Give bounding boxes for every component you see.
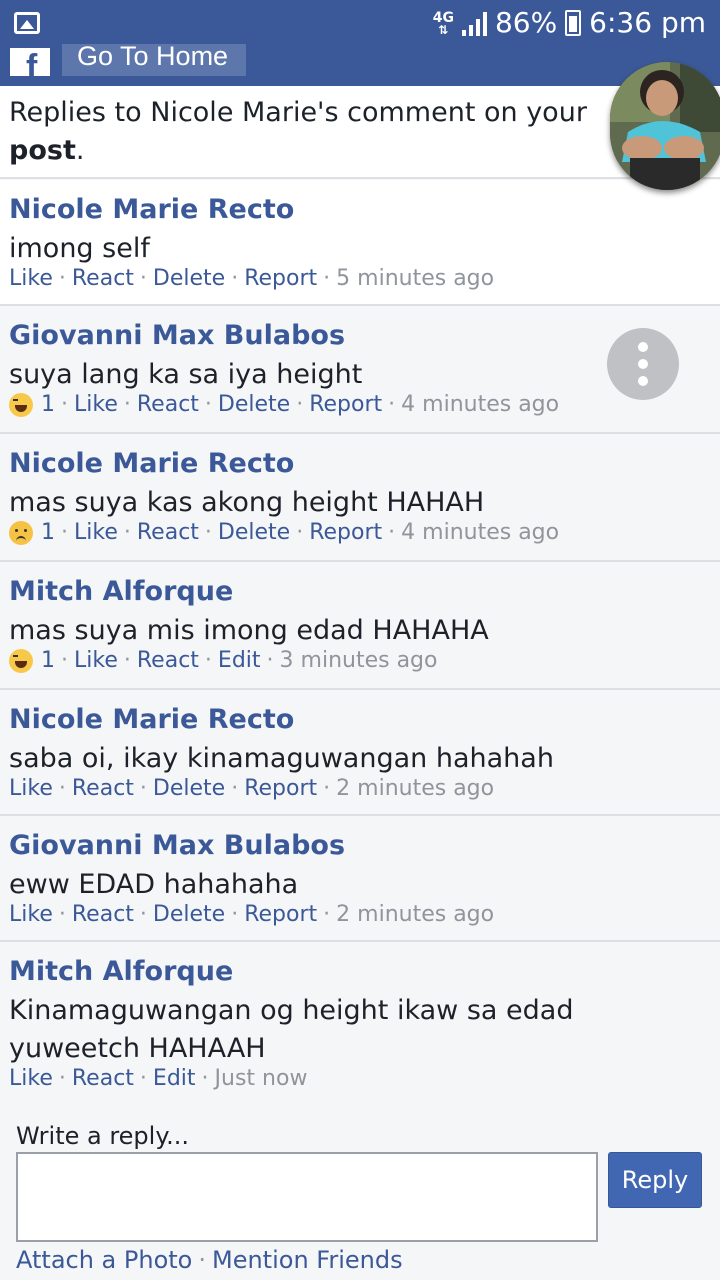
reply-button[interactable]: Reply <box>608 1152 702 1208</box>
comment-time: Just now <box>214 1066 308 1091</box>
comment-actions: Like · React · Delete · Report · 5 minutes a… <box>9 266 495 291</box>
reaction-count[interactable]: 1 <box>41 520 55 545</box>
delete-link[interactable]: Delete <box>218 520 290 545</box>
comment-actions: 1 · Like · React · Delete · Report · 4 minute… <box>9 520 559 545</box>
status-bar: 4G ⇅ 86% 6:36 pm <box>0 0 720 48</box>
sad-reaction-icon[interactable] <box>9 520 33 545</box>
comment-text: Kinamaguwangan og height ikaw sa edad yu… <box>9 992 573 1068</box>
clock: 6:36 pm <box>589 6 706 39</box>
comment-text: saba oi, ikay kinamaguwangan hahahah <box>9 743 554 774</box>
edit-link[interactable]: Edit <box>218 648 261 673</box>
comment-item: Giovanni Max Bulabos eww EDAD hahahaha L… <box>0 816 720 942</box>
comment-text: suya lang ka sa iya height <box>9 359 363 390</box>
comment-time: 2 minutes ago <box>336 902 495 927</box>
comment-author[interactable]: Mitch Alforque <box>9 576 233 607</box>
comment-time: 3 minutes ago <box>279 648 438 673</box>
comment-item: Nicole Marie Recto imong self Like · Reac… <box>0 180 720 306</box>
comment-time: 5 minutes ago <box>336 266 495 291</box>
report-link[interactable]: Report <box>244 776 317 801</box>
avatar-photo <box>610 62 720 190</box>
network-indicator: 4G ⇅ <box>433 11 454 37</box>
more-options-button[interactable] <box>607 328 679 400</box>
comment-time: 4 minutes ago <box>401 392 560 417</box>
comment-text-line: Kinamaguwangan og height ikaw sa edad <box>9 995 574 1026</box>
like-link[interactable]: Like <box>74 520 118 545</box>
reply-label: Write a reply... <box>16 1122 190 1150</box>
status-right: 4G ⇅ 86% 6:36 pm <box>433 6 706 39</box>
report-link[interactable]: Report <box>244 266 317 291</box>
battery-icon <box>565 9 582 36</box>
title-post-link[interactable]: post <box>9 135 76 166</box>
delete-link[interactable]: Delete <box>218 392 290 417</box>
comment-item: Nicole Marie Recto mas suya kas akong he… <box>0 434 720 562</box>
like-link[interactable]: Like <box>9 776 53 801</box>
comment-item: Nicole Marie Recto saba oi, ikay kinamag… <box>0 690 720 816</box>
mention-friends-link[interactable]: Mention Friends <box>212 1246 403 1274</box>
react-link[interactable]: React <box>72 776 134 801</box>
title-prefix: Replies to Nicole Marie's comment on you… <box>9 97 587 128</box>
comment-text: eww EDAD hahahaha <box>9 869 299 900</box>
react-link[interactable]: React <box>72 902 134 927</box>
comment-time: 2 minutes ago <box>336 776 495 801</box>
reply-composer: Write a reply... Reply Attach a Photo · … <box>0 1104 720 1280</box>
reply-links: Attach a Photo · Mention Friends <box>16 1246 403 1274</box>
edit-link[interactable]: Edit <box>153 1066 196 1091</box>
comment-text: mas suya kas akong height HAHAH <box>9 487 485 518</box>
top-bar: 4G ⇅ 86% 6:36 pm f Go To Home <box>0 0 720 86</box>
report-link[interactable]: Report <box>309 392 382 417</box>
data-arrows-icon: ⇅ <box>438 22 449 37</box>
reaction-count[interactable]: 1 <box>41 648 55 673</box>
facebook-logo-icon[interactable]: f <box>10 48 50 76</box>
logo-letter: f <box>26 48 38 76</box>
battery-percent: 86% <box>494 6 558 39</box>
title-text: Replies to Nicole Marie's comment on you… <box>9 94 629 170</box>
comment-actions: Like · React · Delete · Report · 2 minutes a… <box>9 776 495 801</box>
comment-actions: Like · React · Edit · Just now <box>9 1066 308 1091</box>
react-link[interactable]: React <box>137 392 199 417</box>
comment-time: 4 minutes ago <box>401 520 560 545</box>
like-link[interactable]: Like <box>9 266 53 291</box>
delete-link[interactable]: Delete <box>153 902 225 927</box>
like-link[interactable]: Like <box>9 1066 53 1091</box>
comment-text-line: yuweetch HAHAAH <box>9 1033 266 1064</box>
comment-author[interactable]: Mitch Alforque <box>9 956 233 987</box>
comment-item: Mitch Alforque mas suya mis imong edad H… <box>0 562 720 690</box>
reaction-count[interactable]: 1 <box>41 392 55 417</box>
like-link[interactable]: Like <box>9 902 53 927</box>
attach-photo-link[interactable]: Attach a Photo <box>16 1246 192 1274</box>
comment-text: mas suya mis imong edad HAHAHA <box>9 615 489 646</box>
comment-text: imong self <box>9 233 150 264</box>
chat-head-avatar[interactable] <box>610 62 720 190</box>
react-link[interactable]: React <box>137 520 199 545</box>
comment-actions: 1 · Like · React · Edit · 3 minutes ago <box>9 648 437 673</box>
like-link[interactable]: Like <box>74 392 118 417</box>
comment-item: Mitch Alforque Kinamaguwangan og height … <box>0 942 720 1106</box>
react-link[interactable]: React <box>72 1066 134 1091</box>
comment-author[interactable]: Giovanni Max Bulabos <box>9 320 345 351</box>
comment-actions: Like · React · Delete · Report · 2 minutes a… <box>9 902 495 927</box>
comment-author[interactable]: Nicole Marie Recto <box>9 448 294 479</box>
react-link[interactable]: React <box>72 266 134 291</box>
comment-actions: 1 · Like · React · Delete · Report · 4 minute… <box>9 392 559 417</box>
comment-author[interactable]: Giovanni Max Bulabos <box>9 830 345 861</box>
delete-link[interactable]: Delete <box>153 266 225 291</box>
signal-icon <box>461 10 487 36</box>
reply-input[interactable] <box>16 1152 598 1242</box>
comment-item: Giovanni Max Bulabos suya lang ka sa iya… <box>0 306 720 434</box>
title-suffix: . <box>75 135 85 166</box>
separator: · <box>198 1246 206 1274</box>
haha-reaction-icon[interactable] <box>9 648 33 673</box>
haha-reaction-icon[interactable] <box>9 392 33 417</box>
comment-author[interactable]: Nicole Marie Recto <box>9 194 294 225</box>
image-icon <box>14 12 40 34</box>
comment-author[interactable]: Nicole Marie Recto <box>9 704 294 735</box>
delete-link[interactable]: Delete <box>153 776 225 801</box>
go-to-home-button[interactable]: Go To Home <box>62 44 246 76</box>
react-link[interactable]: React <box>137 648 199 673</box>
report-link[interactable]: Report <box>244 902 317 927</box>
like-link[interactable]: Like <box>74 648 118 673</box>
report-link[interactable]: Report <box>309 520 382 545</box>
